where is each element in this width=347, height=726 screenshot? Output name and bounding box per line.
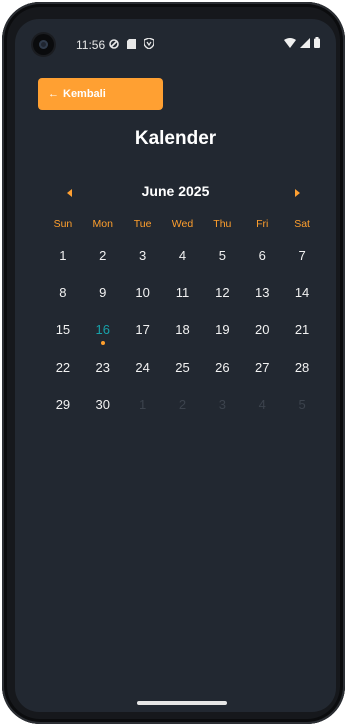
calendar-day[interactable]: 27 bbox=[242, 360, 282, 380]
status-icons-right bbox=[284, 37, 320, 48]
today-date: 16 bbox=[95, 322, 110, 337]
calendar-day[interactable]: 7 bbox=[282, 248, 322, 268]
calendar-week: 15 16 17 18 19 20 21 bbox=[43, 322, 322, 345]
calendar-day[interactable]: 9 bbox=[83, 285, 123, 305]
calendar-week: 22 23 24 25 26 27 28 bbox=[43, 360, 322, 380]
calendar-week: 1 2 3 4 5 6 7 bbox=[43, 248, 322, 268]
calendar-day[interactable]: 25 bbox=[163, 360, 203, 380]
calendar-day[interactable]: 21 bbox=[282, 322, 322, 342]
status-icons-left bbox=[109, 38, 154, 49]
event-dot bbox=[100, 341, 105, 345]
status-time: 11:56 bbox=[76, 38, 106, 52]
page-title: Kalender bbox=[134, 128, 217, 149]
front-camera bbox=[33, 34, 54, 55]
calendar-day[interactable]: 11 bbox=[163, 285, 203, 305]
back-button[interactable]: ← Kembali bbox=[38, 78, 163, 110]
calendar-day-next-month: 5 bbox=[298, 397, 306, 412]
wifi-icon bbox=[284, 37, 296, 48]
calendar-day[interactable]: 30 bbox=[83, 397, 123, 417]
back-button-label: Kembali bbox=[63, 88, 106, 100]
calendar-day[interactable]: 5 bbox=[202, 248, 242, 268]
weekday-thu: Thu bbox=[213, 218, 232, 230]
calendar-day-next-month: 2 bbox=[178, 397, 187, 412]
calendar-day[interactable]: 13 bbox=[242, 285, 282, 305]
calendar-day[interactable]: 19 bbox=[202, 322, 242, 342]
weekday-mon: Mon bbox=[92, 218, 113, 230]
calendar-day[interactable]: 20 bbox=[242, 322, 282, 342]
vpn-key-icon bbox=[109, 38, 119, 49]
calendar-day-next-month: 3 bbox=[218, 397, 226, 412]
weekday-tue: Tue bbox=[133, 218, 152, 230]
weekday-fri: Fri bbox=[256, 218, 269, 230]
calendar-day[interactable]: 17 bbox=[123, 322, 163, 342]
sd-card-icon bbox=[127, 38, 136, 49]
calendar-day[interactable]: 8 bbox=[43, 285, 83, 305]
calendar-day[interactable]: 18 bbox=[163, 322, 203, 342]
weekday-wed: Wed bbox=[171, 218, 194, 230]
weekday-header: Sun Mon Tue Wed Thu Fri Sat bbox=[43, 218, 322, 230]
back-arrow-icon: ← bbox=[48, 88, 59, 100]
next-month-icon[interactable] bbox=[288, 186, 306, 200]
calendar-day[interactable]: 12 bbox=[202, 285, 242, 305]
home-indicator[interactable] bbox=[137, 701, 227, 705]
calendar-week: 8 9 10 11 12 13 14 bbox=[43, 285, 322, 305]
calendar-day[interactable]: 2 bbox=[83, 248, 123, 268]
calendar-week: 29 30 1 2 3 4 5 bbox=[43, 397, 322, 417]
calendar-day[interactable]: 26 bbox=[202, 360, 242, 380]
calendar-day[interactable]: 10 bbox=[123, 285, 163, 305]
calendar-day[interactable]: 6 bbox=[242, 248, 282, 268]
signal-icon bbox=[300, 37, 310, 48]
calendar-day[interactable]: 14 bbox=[282, 285, 322, 305]
battery-icon bbox=[314, 37, 320, 48]
calendar-day[interactable]: 15 bbox=[43, 322, 83, 342]
weekday-sat: Sat bbox=[294, 218, 310, 230]
app-screen: 11:56 ← Kembali Kalender June 2025 Sun M… bbox=[15, 19, 336, 712]
calendar-day[interactable]: 23 bbox=[83, 360, 123, 380]
calendar-day[interactable]: 4 bbox=[163, 248, 203, 268]
calendar-day[interactable]: 28 bbox=[282, 360, 322, 380]
calendar-day[interactable]: 22 bbox=[43, 360, 83, 380]
calendar-day-today[interactable]: 16 bbox=[83, 322, 123, 345]
calendar-day-next-month: 4 bbox=[258, 397, 266, 412]
phone-frame: 11:56 ← Kembali Kalender June 2025 Sun M… bbox=[2, 2, 345, 724]
weekday-sun: Sun bbox=[53, 218, 73, 230]
calendar-day[interactable]: 29 bbox=[43, 397, 83, 417]
calendar-day[interactable]: 1 bbox=[43, 248, 83, 268]
calendar-day-next-month: 1 bbox=[139, 397, 147, 412]
calendar-day[interactable]: 3 bbox=[123, 248, 163, 268]
calendar-day[interactable]: 24 bbox=[123, 360, 163, 380]
shield-icon bbox=[144, 38, 154, 49]
